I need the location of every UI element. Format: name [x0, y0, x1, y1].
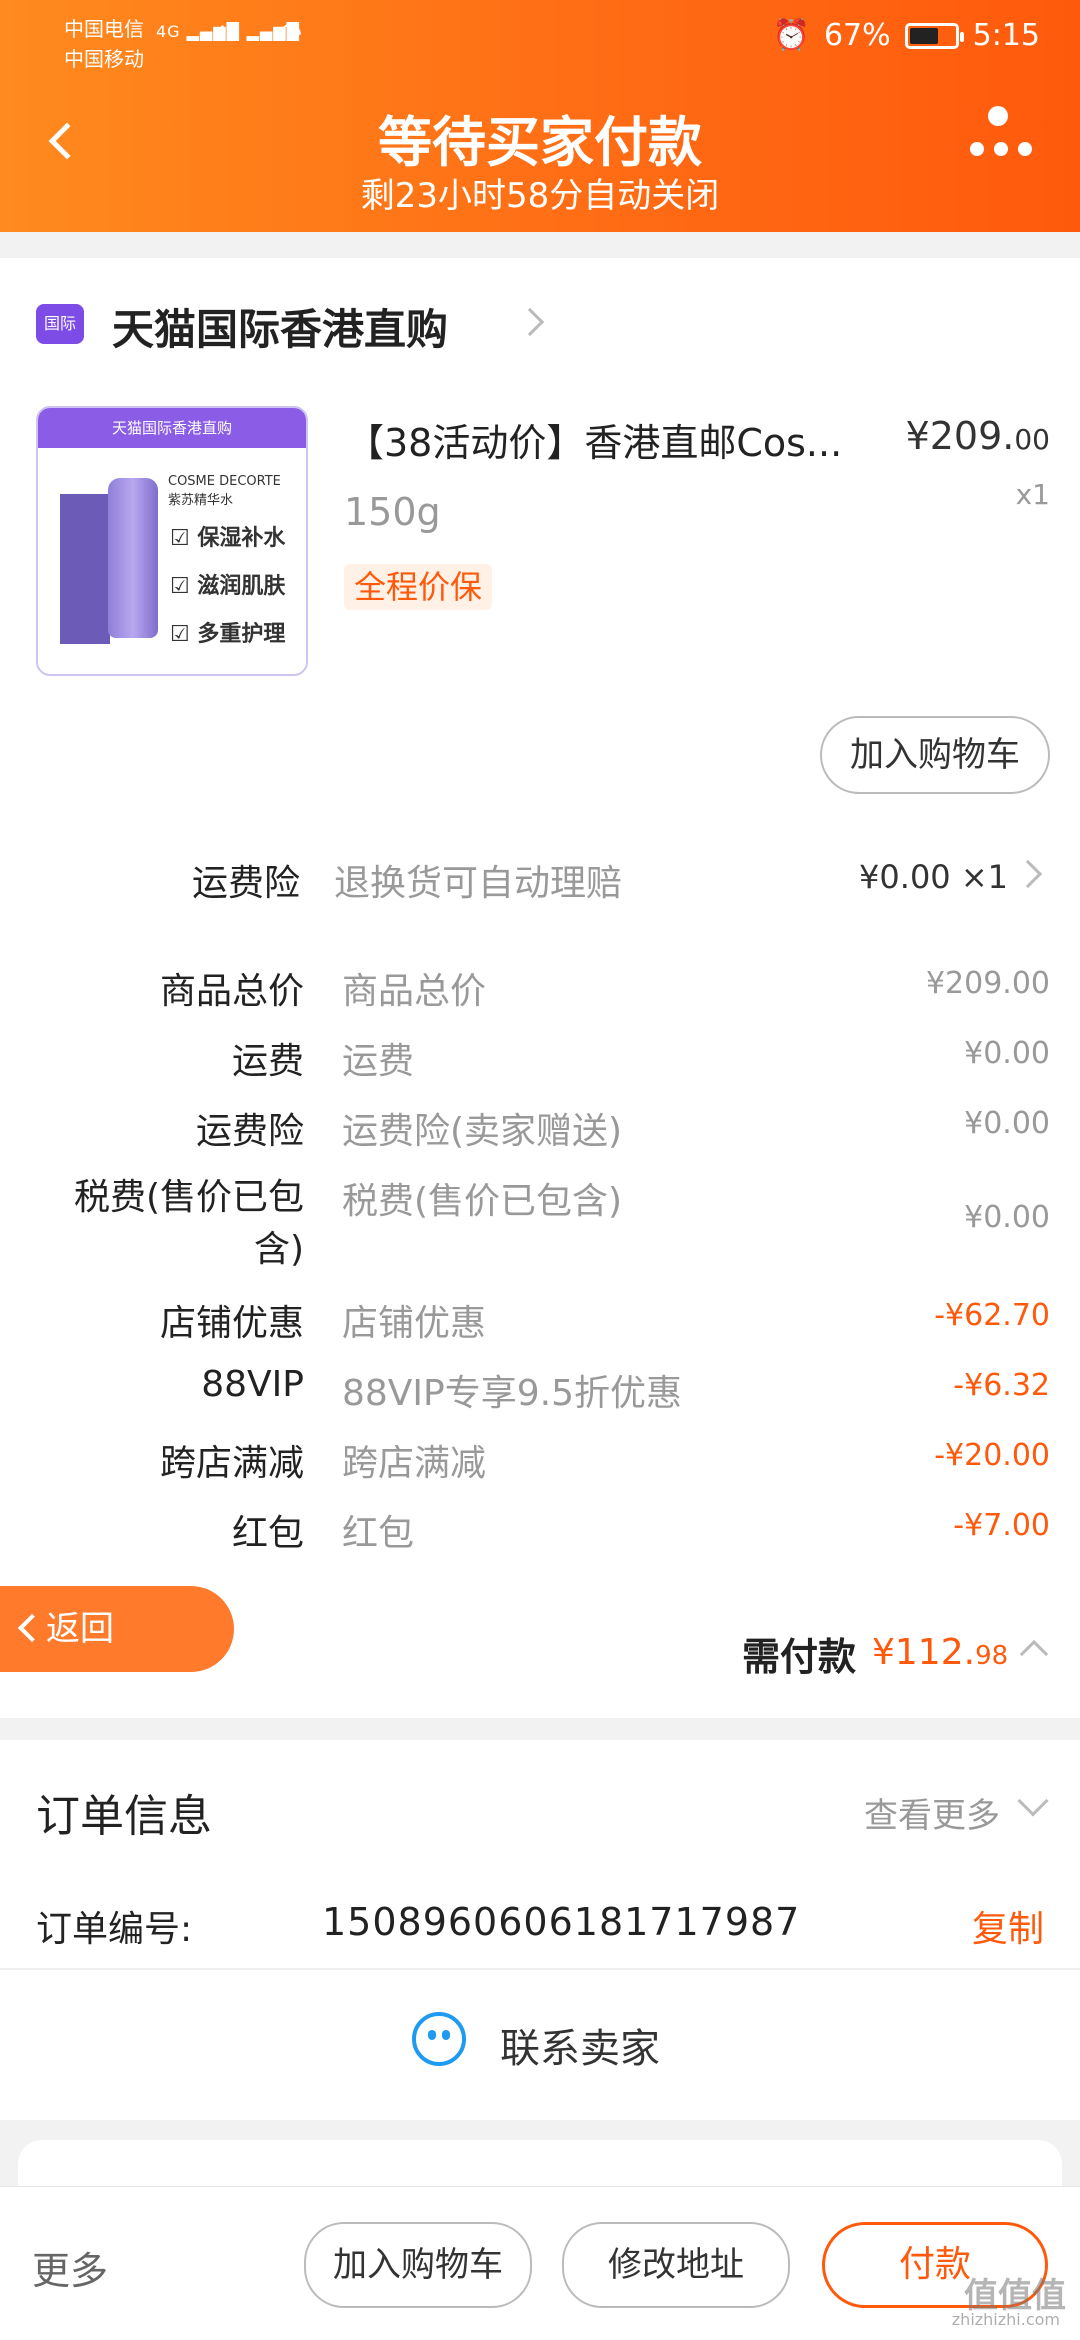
price-row-value: -¥6.32	[953, 1368, 1050, 1403]
price-protection-tag: 全程价保	[344, 564, 493, 610]
total-label: 需付款	[742, 1635, 857, 1679]
site-watermark-url: zhizhizhi.com	[951, 2310, 1060, 2329]
price-row-value: ¥0.00	[964, 1036, 1050, 1071]
tmall-global-logo: 国际	[36, 304, 84, 344]
more-button[interactable]: 更多	[32, 2240, 108, 2295]
order-number: 1508960606181717987	[322, 1900, 801, 1944]
price-row-label: 88VIP	[201, 1364, 304, 1405]
modify-address-button[interactable]: 修改地址	[562, 2222, 790, 2308]
product-brand: COSME DECORTE 紫苏精华水	[168, 474, 281, 508]
price-row-desc: 运费	[342, 1041, 415, 1082]
price-row-desc: 商品总价	[342, 971, 487, 1012]
contact-seller-button[interactable]: 联系卖家	[500, 2016, 660, 2074]
alarm-icon: ⏰	[772, 18, 810, 53]
price-row-value: -¥20.00	[934, 1438, 1050, 1473]
header: 中国电信 中国移动 4G ▂▄▆█ 4G ▂▄▆█ ◠ ⏰ 67% 5:15 等…	[0, 0, 1080, 232]
price-row-label: 红包	[231, 1513, 304, 1554]
order-info-title: 订单信息	[36, 1791, 212, 1842]
price-row-value: ¥0.00	[964, 1200, 1050, 1235]
price-row-desc: 店铺优惠	[342, 1303, 487, 1344]
copy-button[interactable]: 复制	[972, 1900, 1044, 1952]
product-title[interactable]: 【38活动价】香港直邮Cos...	[346, 412, 886, 467]
price-row-label: 店铺优惠	[159, 1303, 304, 1344]
chat-icon[interactable]	[412, 2012, 466, 2066]
price-row-desc: 运费险(卖家赠送)	[342, 1111, 623, 1152]
price-row-desc: 红包	[342, 1513, 415, 1554]
product-feature: ☑ 保湿补水	[170, 526, 286, 551]
product-price: ¥209.00	[905, 414, 1050, 458]
price-row-label: 税费(售价已包含)	[73, 1177, 304, 1270]
price-row-value: ¥0.00	[964, 1106, 1050, 1141]
carrier-info: 中国电信 中国移动	[64, 14, 144, 74]
more-options-icon[interactable]	[970, 100, 1040, 170]
product-box-graphic	[60, 494, 110, 644]
product-feature: ☑ 多重护理	[170, 622, 286, 647]
price-row-value: -¥7.00	[953, 1508, 1050, 1543]
back-button[interactable]: 返回	[0, 1586, 234, 1672]
view-more-link[interactable]: 查看更多	[864, 1788, 1000, 1837]
shipping-insurance-label: 运费险	[191, 863, 300, 904]
price-row-label: 运费	[231, 1041, 304, 1082]
shipping-insurance-desc: 退换货可自动理赔	[334, 863, 623, 904]
price-row-label: 运费险	[195, 1111, 304, 1152]
battery-icon	[904, 22, 964, 49]
total-value: ¥112.98	[872, 1632, 1009, 1673]
clock: 5:15	[972, 18, 1040, 53]
product-quantity: x1	[1015, 478, 1050, 511]
carrier-1: 中国电信	[64, 17, 144, 41]
wifi-icon: ◠	[278, 16, 304, 49]
price-row-desc: 88VIP专享9.5折优惠	[342, 1373, 683, 1414]
product-feature: ☑ 滋润肌肤	[170, 574, 286, 599]
page-title: 等待买家付款	[378, 111, 702, 174]
product-image[interactable]: 天猫国际香港直购 COSME DECORTE 紫苏精华水 ☑ 保湿补水 ☑ 滋润肌…	[36, 406, 308, 676]
price-row-desc: 跨店满减	[342, 1443, 487, 1484]
battery-percent: 67%	[823, 18, 891, 53]
product-bottle-graphic	[108, 478, 158, 638]
store-name[interactable]: 天猫国际香港直购	[112, 296, 448, 357]
order-number-label: 订单编号:	[36, 1909, 193, 1950]
price-row-label: 商品总价	[159, 971, 304, 1012]
add-to-cart-button[interactable]: 加入购物车	[820, 716, 1050, 794]
product-spec: 150g	[344, 490, 441, 534]
carrier-2: 中国移动	[64, 47, 144, 71]
product-image-band: 天猫国际香港直购	[38, 408, 306, 448]
price-row-value: ¥209.00	[925, 966, 1050, 1001]
price-row-label: 跨店满减	[159, 1443, 304, 1484]
status-bar: 中国电信 中国移动 4G ▂▄▆█ 4G ▂▄▆█ ◠ ⏰ 67% 5:15	[0, 0, 1080, 71]
status-right: ⏰ 67% 5:15	[773, 18, 1040, 53]
price-row-desc: 税费(售价已包含)	[342, 1181, 623, 1222]
page-subtitle: 剩23小时58分自动关闭	[360, 176, 720, 216]
price-row-value: -¥62.70	[934, 1298, 1050, 1333]
divider	[0, 1968, 1080, 1970]
shipping-insurance-value: ¥0.00 ×1	[859, 858, 1008, 896]
add-to-cart-bottom-button[interactable]: 加入购物车	[304, 2222, 532, 2308]
